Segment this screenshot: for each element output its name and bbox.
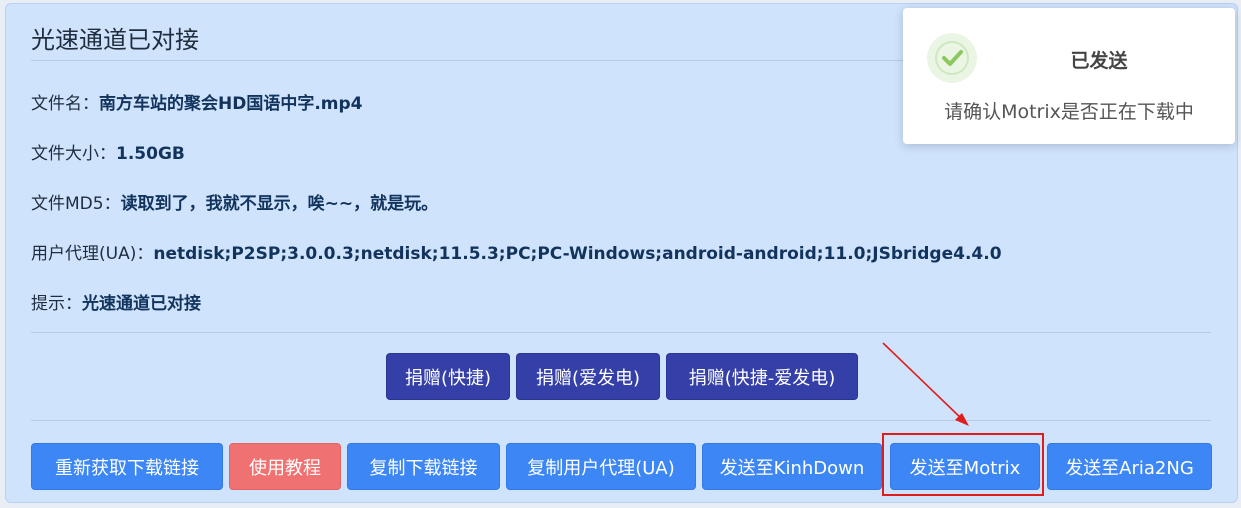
ua-row: 用户代理(UA)：netdisk;P2SP;3.0.0.3;netdisk;11… <box>31 239 1002 264</box>
ua-label: 用户代理(UA)： <box>31 244 154 264</box>
copy-ua-button[interactable]: 复制用户代理(UA) <box>506 443 696 490</box>
tutorial-button[interactable]: 使用教程 <box>229 443 341 490</box>
donate-aifadian-button[interactable]: 捐赠(爱发电) <box>516 353 660 400</box>
filename-value: 南方车站的聚会HD国语中字.mp4 <box>99 94 363 114</box>
tip-label: 提示： <box>31 294 82 314</box>
donate-quick-button[interactable]: 捐赠(快捷) <box>386 353 510 400</box>
filename-label: 文件名： <box>31 94 99 114</box>
divider <box>31 332 1211 333</box>
toast-title: 已发送 <box>1070 50 1128 72</box>
donate-quick-aifadian-button[interactable]: 捐赠(快捷-爱发电) <box>666 353 858 400</box>
divider <box>31 420 1211 421</box>
send-aria2ng-button[interactable]: 发送至Aria2NG <box>1047 443 1212 490</box>
highlight-box <box>882 433 1044 496</box>
filesize-row: 文件大小：1.50GB <box>31 139 185 164</box>
toast-message: 请确认Motrix是否正在下载中 <box>944 101 1194 123</box>
tip-row: 提示：光速通道已对接 <box>31 289 201 314</box>
filesize-value: 1.50GB <box>116 144 185 164</box>
panel-title: 光速通道已对接 <box>31 26 199 54</box>
send-kinhdown-button[interactable]: 发送至KinhDown <box>702 443 882 490</box>
filesize-label: 文件大小： <box>31 144 116 164</box>
md5-row: 文件MD5：读取到了，我就不显示，唉~~，就是玩。 <box>31 189 438 214</box>
md5-value: 读取到了，我就不显示，唉~~，就是玩。 <box>120 194 439 214</box>
refetch-link-button[interactable]: 重新获取下载链接 <box>31 443 223 490</box>
filename-row: 文件名：南方车站的聚会HD国语中字.mp4 <box>31 89 363 114</box>
md5-label: 文件MD5： <box>31 194 121 214</box>
toast-notification: 已发送 请确认Motrix是否正在下载中 <box>903 8 1235 144</box>
ua-value: netdisk;P2SP;3.0.0.3;netdisk;11.5.3;PC;P… <box>153 244 1002 264</box>
tip-value: 光速通道已对接 <box>82 294 201 314</box>
copy-link-button[interactable]: 复制下载链接 <box>347 443 500 490</box>
